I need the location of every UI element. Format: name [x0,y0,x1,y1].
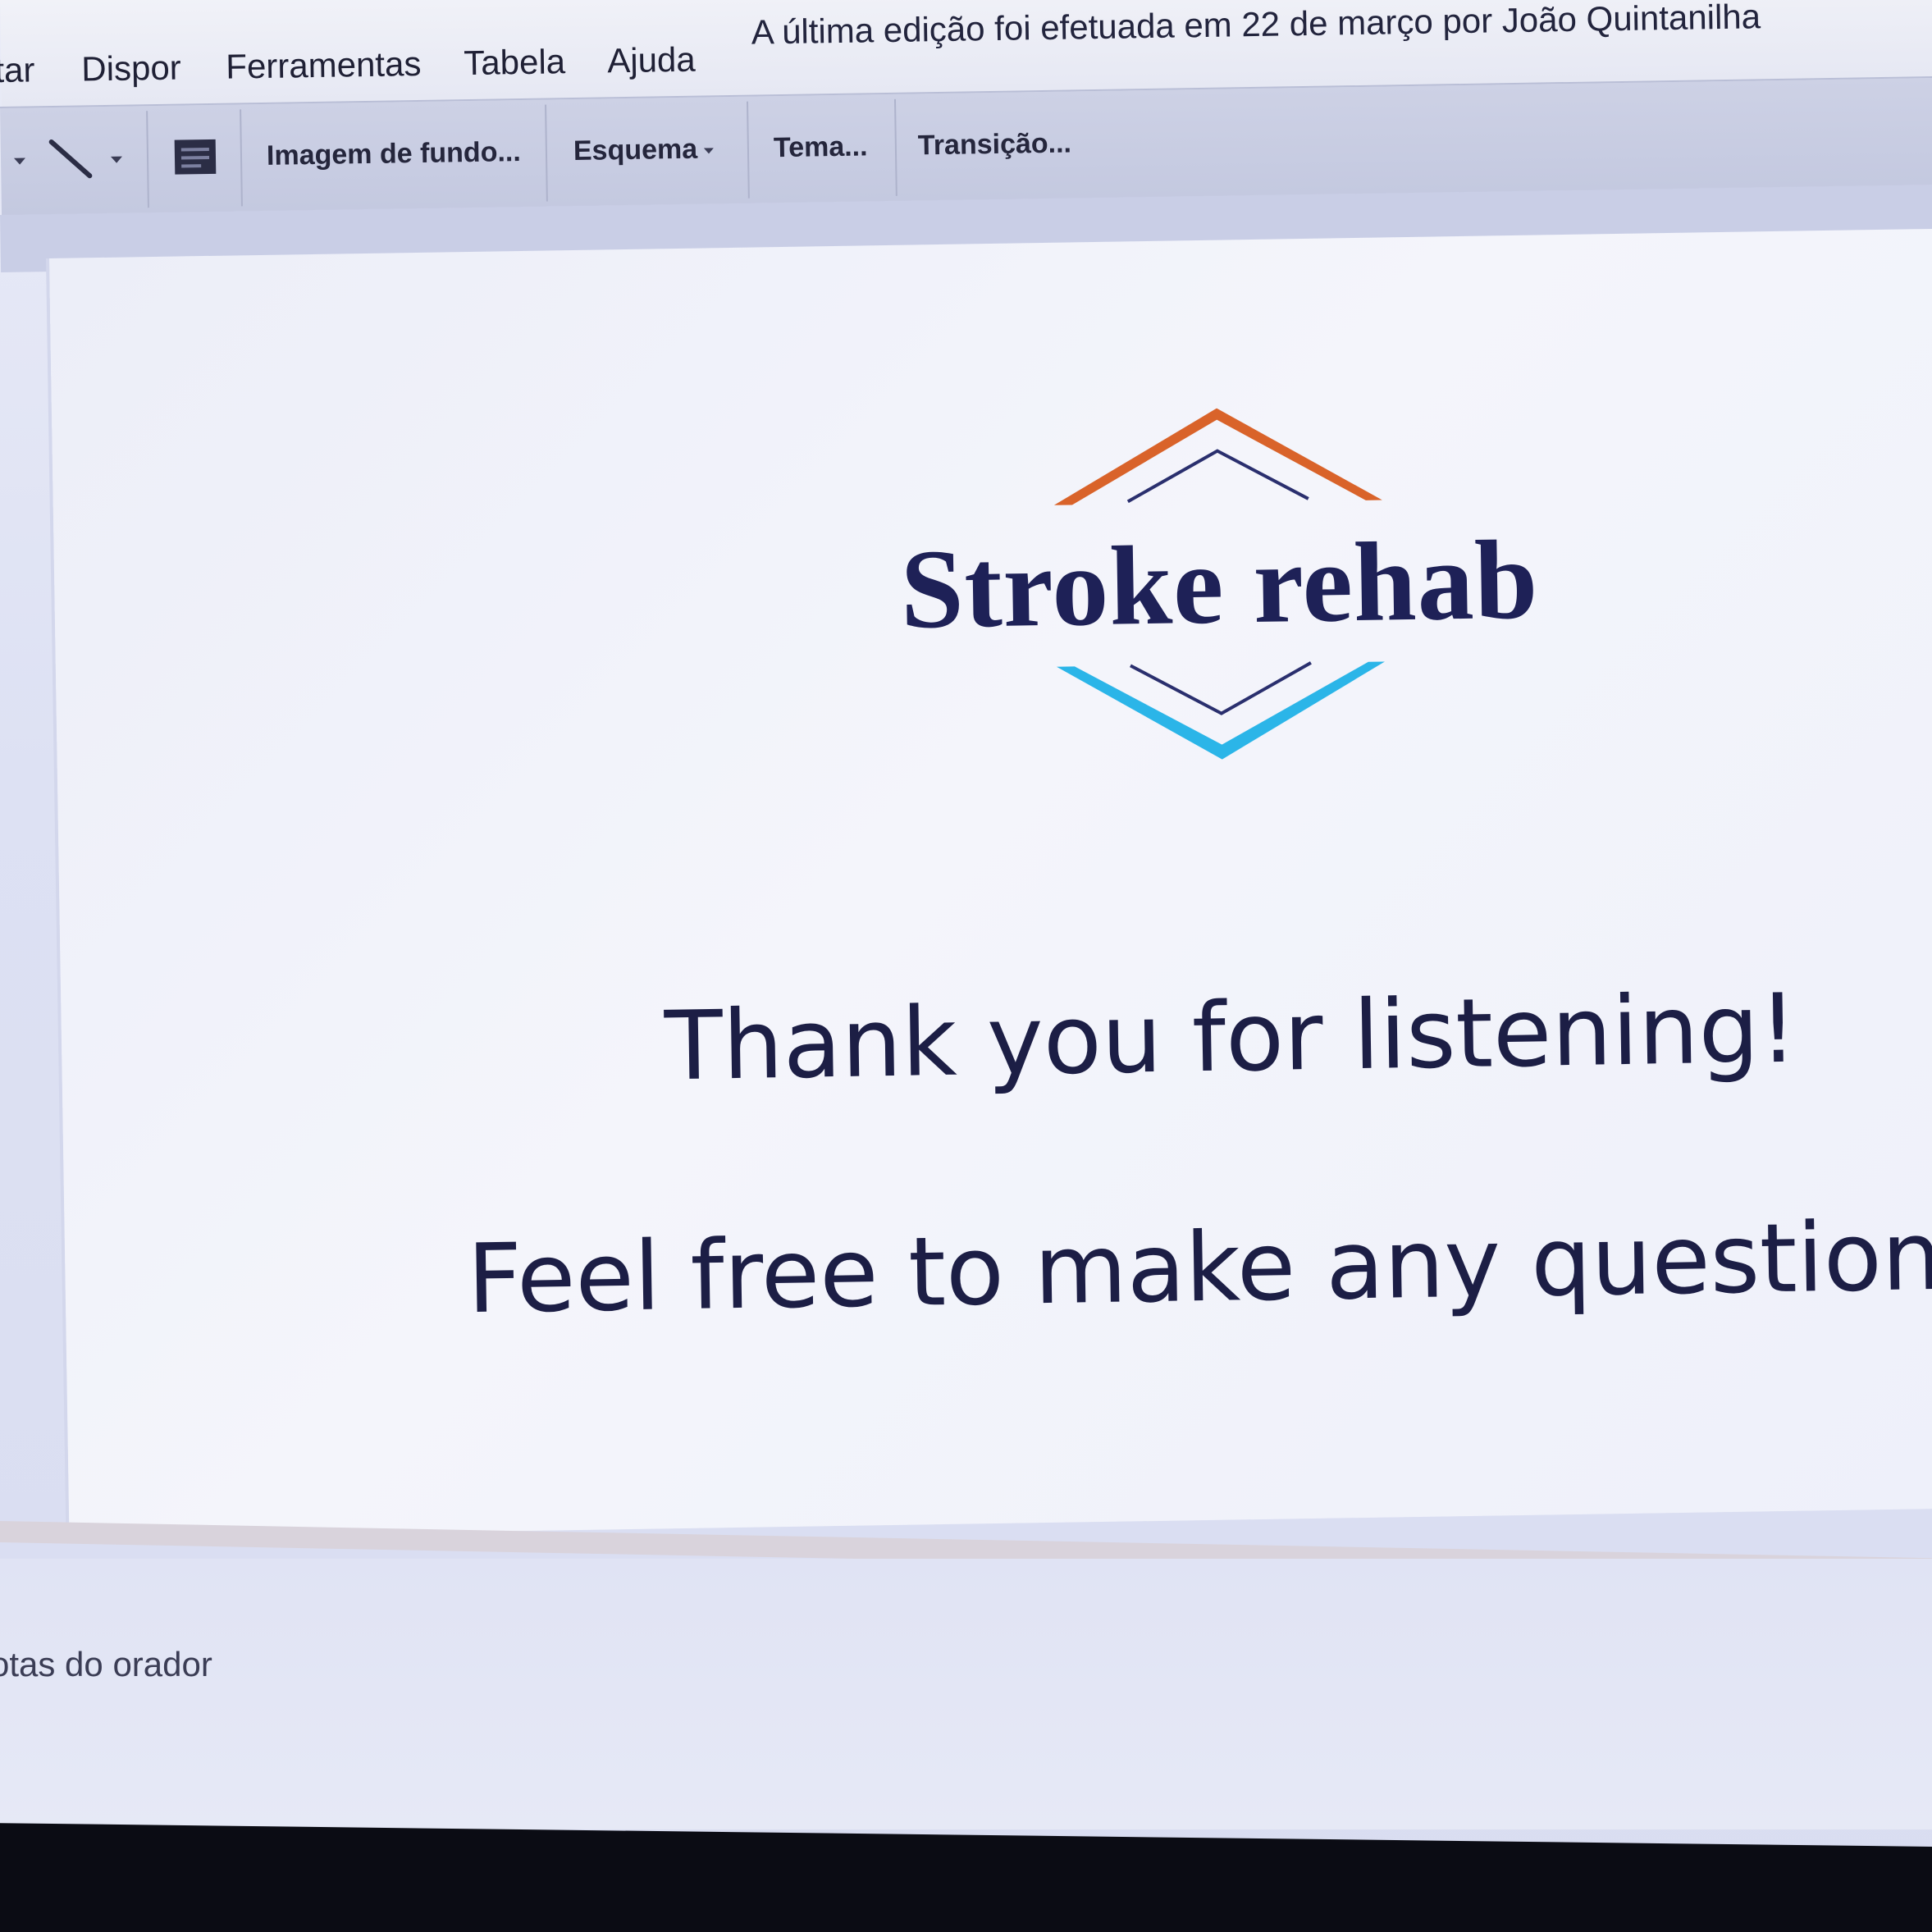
line-dropdown-icon[interactable] [12,155,27,170]
layout-button-label: Esquema [573,133,698,167]
slide-text-thank-you[interactable]: Thank you for listening! [664,974,1798,1103]
toolbar-separator [240,109,243,207]
monitor-bezel [0,1823,1932,1932]
logo-text: Stroke rehab [899,516,1540,652]
toolbar-separator [893,98,897,196]
line-style-dropdown-icon[interactable] [109,154,124,169]
toolbar-separator [146,111,149,208]
logo-top-inner-chevron [1126,449,1309,504]
layout-button[interactable]: Esquema [573,133,715,167]
toolbar-separator [545,104,548,202]
toolbar-separator [747,101,750,199]
logo-top-outer-chevron [1053,408,1382,505]
menu-item-dispor[interactable]: Dispor [81,48,181,89]
last-edit-link[interactable]: A última edição foi efetuada em 22 de ma… [751,0,1761,53]
slide-text-questions[interactable]: Feel free to make any questions. [467,1199,1932,1335]
slide-canvas[interactable]: Stroke rehab Thank you for listening! Fe… [49,227,1932,1538]
menu-item-ajuda[interactable]: Ajuda [607,40,696,81]
logo-bottom-inner-chevron [1130,661,1312,715]
menu-item-tabela[interactable]: Tabela [464,42,566,83]
menu-item-ferramentas[interactable]: Ferramentas [226,44,422,87]
speaker-notes-placeholder[interactable]: otas do orador [0,1645,212,1684]
background-image-button[interactable]: Imagem de fundo... [267,136,521,172]
speaker-notes-panel[interactable]: otas do orador [0,1559,1932,1829]
line-tool-icon[interactable] [48,138,95,185]
stroke-rehab-logo: Stroke rehab [856,403,1583,775]
chevron-down-icon [704,147,715,154]
transition-button[interactable]: Transição... [918,127,1072,162]
theme-button[interactable]: Tema... [774,130,868,164]
presentation-editor: tar Dispor Ferramentas Tabela Ajuda A úl… [0,0,1932,1932]
menu-item-editar[interactable]: tar [0,50,35,90]
comment-icon[interactable] [173,138,220,185]
